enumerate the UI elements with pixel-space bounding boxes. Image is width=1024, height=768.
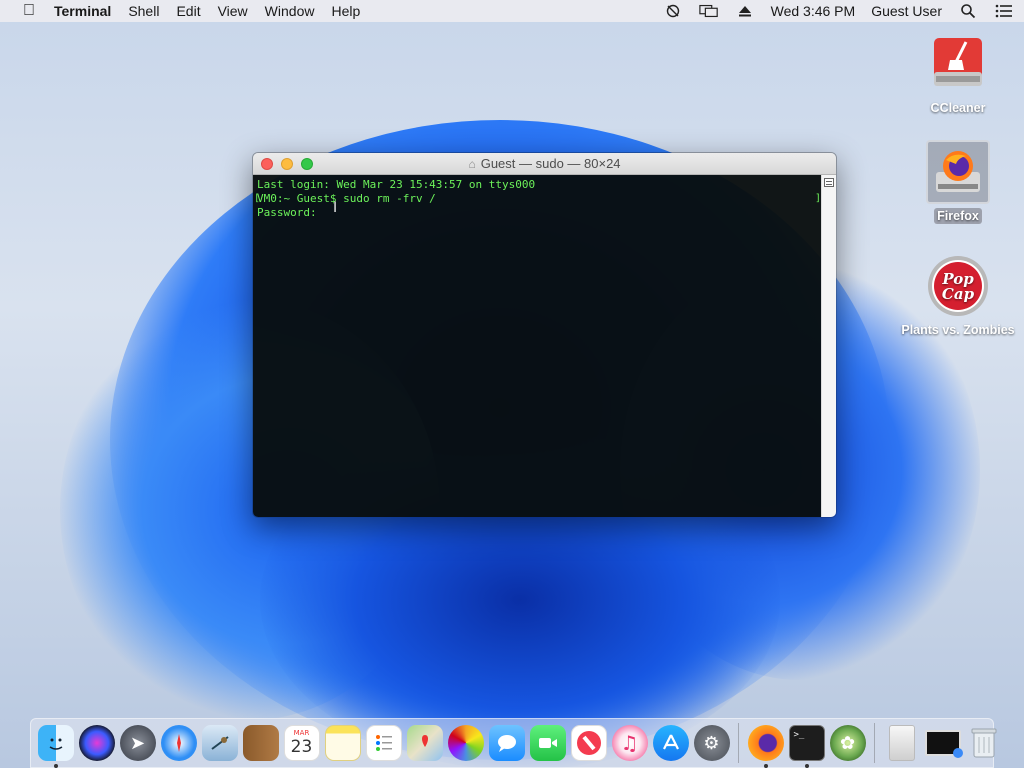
- messages-bubble-icon: [488, 725, 525, 761]
- terminal-output[interactable]: Last login: Wed Mar 23 15:43:57 on ttys0…: [253, 175, 821, 517]
- terminal-line: Last login: Wed Mar 23 15:43:57 on ttys0…: [257, 178, 536, 191]
- dock-reminders[interactable]: [364, 723, 404, 763]
- calendar-icon: MAR 23: [283, 725, 320, 761]
- notification-center-icon[interactable]: [994, 3, 1014, 19]
- desktop-icon-label: Plants vs. Zombies: [901, 323, 1015, 337]
- eject-icon[interactable]: [735, 3, 755, 19]
- menu-clock[interactable]: Wed 3:46 PM: [771, 3, 856, 19]
- app-store-icon: [652, 725, 689, 761]
- facetime-camera-icon: [529, 725, 566, 761]
- dock-facetime[interactable]: [528, 723, 568, 763]
- launchpad-rocket-icon: ➤: [119, 725, 156, 761]
- dock-separator: [874, 723, 875, 763]
- dock-mail[interactable]: [200, 723, 240, 763]
- spotlight-search-icon[interactable]: [958, 3, 978, 19]
- mark-bracket-left: [: [254, 193, 261, 204]
- running-indicator: [53, 764, 58, 768]
- window-title: Guest — sudo — 80×24: [480, 156, 621, 171]
- desktop-icon-ccleaner[interactable]: CCleaner: [898, 32, 1018, 116]
- running-indicator: [804, 764, 809, 768]
- terminal-scrollbar[interactable]: [821, 175, 836, 517]
- menu-window[interactable]: Window: [265, 3, 315, 19]
- dock-system-preferences[interactable]: ⚙: [692, 723, 732, 763]
- menu-user[interactable]: Guest User: [871, 3, 942, 19]
- menu-shell[interactable]: Shell: [128, 3, 159, 19]
- sunflower-icon: ✿: [829, 725, 866, 761]
- menu-edit[interactable]: Edit: [176, 3, 200, 19]
- terminal-line: Password:: [257, 206, 317, 219]
- siri-icon: [78, 725, 115, 761]
- photos-flower-icon: [447, 725, 484, 761]
- firefox-disk-icon: [926, 140, 990, 204]
- dock-messages[interactable]: [487, 723, 527, 763]
- running-indicator: [763, 764, 768, 768]
- dock-notes[interactable]: [323, 723, 363, 763]
- text-cursor-icon: I: [333, 200, 338, 216]
- display-mirror-icon[interactable]: [698, 3, 719, 19]
- status-sync-icon[interactable]: [663, 3, 683, 19]
- trash-icon: [966, 725, 1002, 761]
- maps-icon: [406, 725, 443, 761]
- terminal-titlebar[interactable]: ⌂ Guest — sudo — 80×24: [253, 153, 836, 175]
- dock-safari[interactable]: [159, 723, 199, 763]
- split-pane-icon[interactable]: [824, 178, 834, 187]
- menu-bar:  Terminal Shell Edit View Window Help W…: [0, 0, 1024, 22]
- window-controls: [261, 158, 321, 170]
- dock-contacts[interactable]: [241, 723, 281, 763]
- menu-view[interactable]: View: [218, 3, 248, 19]
- dock-separator: [738, 723, 739, 763]
- desktop-icon-label: Firefox: [934, 208, 982, 224]
- notes-icon: [324, 725, 361, 761]
- dock-firefox[interactable]: [746, 723, 786, 768]
- mail-stamp-icon: [201, 725, 238, 761]
- svg-text:Cap: Cap: [942, 285, 975, 303]
- desktop-icon-plants-vs-zombies[interactable]: Pop Cap Plants vs. Zombies: [898, 254, 1018, 338]
- close-button[interactable]: [261, 158, 273, 170]
- menu-extras: Wed 3:46 PM Guest User: [647, 3, 1014, 19]
- calendar-day: 23: [290, 737, 313, 757]
- dock-siri[interactable]: [77, 723, 117, 763]
- dock-app-store[interactable]: [651, 723, 691, 763]
- dock-music[interactable]: ♫: [610, 723, 650, 763]
- apple-menu-icon[interactable]: : [18, 2, 40, 20]
- dock-plants-vs-zombies[interactable]: ✿: [828, 723, 868, 763]
- dock-calendar[interactable]: MAR 23: [282, 723, 322, 763]
- document-icon: [888, 725, 915, 761]
- music-note-icon: ♫: [611, 725, 648, 761]
- news-icon: [570, 725, 607, 761]
- dock-screen[interactable]: [923, 723, 963, 763]
- firefox-icon: [747, 725, 784, 761]
- dock-news[interactable]: [569, 723, 609, 763]
- terminal-prompt-icon: >_: [788, 725, 825, 761]
- reminders-list-icon: [365, 725, 402, 761]
- desktop-icon-firefox[interactable]: Firefox: [898, 140, 1018, 224]
- safari-compass-icon: [160, 725, 197, 761]
- home-folder-icon: ⌂: [468, 156, 476, 171]
- calendar-month: MAR: [293, 729, 310, 737]
- dock-preview[interactable]: [882, 723, 922, 763]
- dock-maps[interactable]: [405, 723, 445, 763]
- terminal-window[interactable]: ⌂ Guest — sudo — 80×24 Last login: Wed M…: [252, 152, 837, 518]
- dock-photos[interactable]: [446, 723, 486, 763]
- dock-finder[interactable]: [36, 723, 76, 768]
- gear-icon: ⚙: [693, 725, 730, 761]
- finder-icon: [37, 725, 74, 761]
- terminal-line: VM0:~ Guest$ sudo rm -frv /: [257, 192, 436, 205]
- dock-launchpad[interactable]: ➤: [118, 723, 158, 763]
- screen-window-icon: [924, 730, 963, 758]
- minimize-button[interactable]: [281, 158, 293, 170]
- contacts-book-icon: [242, 725, 279, 761]
- dock-trash[interactable]: [964, 723, 1004, 763]
- desktop-icon-label: CCleaner: [930, 101, 986, 115]
- ccleaner-icon: [926, 32, 990, 96]
- menu-app-terminal[interactable]: Terminal: [54, 3, 111, 19]
- zoom-button[interactable]: [301, 158, 313, 170]
- popcap-icon: Pop Cap: [926, 254, 990, 318]
- dock: ➤ MAR 23 ♫ ⚙ >_ ✿: [30, 718, 996, 768]
- dock-terminal[interactable]: >_: [787, 723, 827, 768]
- menu-help[interactable]: Help: [331, 3, 360, 19]
